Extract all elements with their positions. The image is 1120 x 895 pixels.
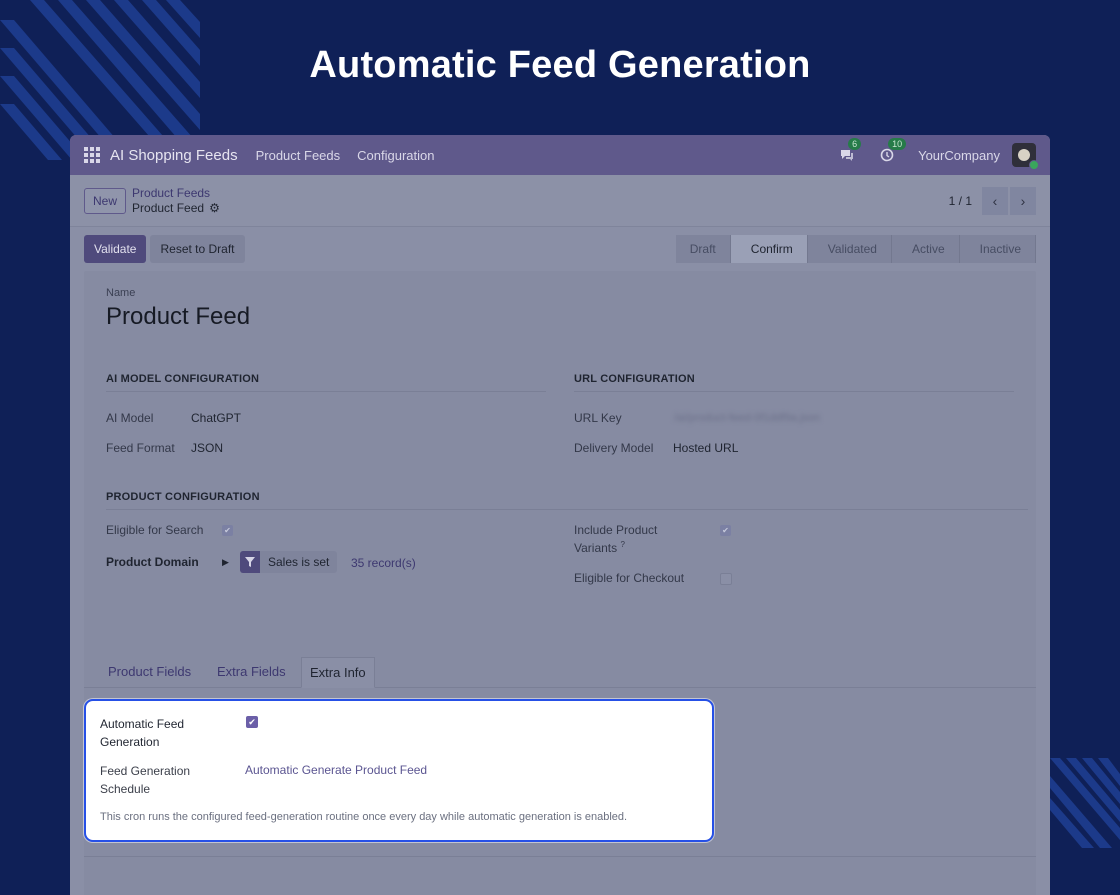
stage-validated[interactable]: Validated — [807, 235, 892, 263]
sheet-divider — [84, 856, 1036, 857]
stage-draft[interactable]: Draft — [675, 235, 731, 263]
product-section-title: PRODUCT CONFIGURATION — [106, 491, 1028, 510]
activities-badge: 10 — [888, 138, 907, 150]
tab-extra-fields[interactable]: Extra Fields — [209, 657, 294, 687]
user-avatar[interactable] — [1012, 143, 1039, 170]
url-key-field[interactable]: /ai/product-feed-0f1ddf9a.json — [674, 412, 820, 424]
eligible-checkout-label: Eligible for Checkout — [574, 571, 685, 585]
pager: 1 / 1 ‹ › — [949, 186, 1036, 215]
help-tooltip-icon[interactable]: ? — [620, 540, 624, 549]
schedule-label: Feed Generation Schedule — [100, 762, 220, 798]
url-key-label: URL Key — [574, 411, 622, 425]
status-bar: Validate Reset to Draft Draft Confirm Va… — [70, 227, 1050, 271]
extra-info-highlight-card: Automatic Feed Generation ✔ Feed Generat… — [84, 699, 714, 842]
breadcrumb: Product Feeds Product Feed ⚙ — [132, 186, 220, 216]
automatic-generation-label-line2: Generation — [100, 735, 160, 749]
validate-button[interactable]: Validate — [84, 235, 147, 263]
breadcrumb-current: Product Feed — [132, 200, 205, 215]
ai-model-section-title: AI MODEL CONFIGURATION — [106, 373, 546, 392]
breadcrumb-parent[interactable]: Product Feeds — [132, 186, 220, 201]
eligible-search-label: Eligible for Search — [106, 523, 204, 537]
include-variants-label-line2: Variants ? — [574, 540, 657, 555]
new-button[interactable]: New — [84, 187, 127, 214]
stage-inactive[interactable]: Inactive — [959, 235, 1036, 263]
nav-product-feeds[interactable]: Product Feeds — [256, 148, 341, 163]
app-name[interactable]: AI Shopping Feeds — [110, 147, 238, 164]
stage-confirm[interactable]: Confirm — [730, 235, 808, 263]
activities-clock-icon[interactable]: 10 — [878, 138, 907, 164]
schedule-label-line1: Feed Generation — [100, 764, 191, 778]
pager-next-icon[interactable]: › — [1010, 186, 1036, 215]
notebook-tabs: Product Fields Extra Fields Extra Info — [84, 657, 1036, 688]
product-domain-label: Product Domain — [106, 555, 199, 569]
breadcrumb-current-row: Product Feed ⚙ — [132, 201, 220, 216]
filter-icon — [240, 551, 260, 573]
feed-format-field[interactable]: JSON — [191, 441, 223, 455]
automatic-generation-checkbox[interactable]: ✔ — [246, 716, 258, 728]
messages-icon[interactable]: 6 — [838, 138, 862, 164]
avatar-face-icon — [1018, 149, 1030, 161]
eligible-checkout-checkbox[interactable] — [720, 573, 732, 585]
eligible-search-checkbox[interactable]: ✔ — [222, 525, 233, 536]
url-section-title: URL CONFIGURATION — [574, 373, 1014, 392]
messages-badge: 6 — [848, 138, 862, 150]
tab-extra-info[interactable]: Extra Info — [301, 657, 375, 688]
delivery-model-field[interactable]: Hosted URL — [673, 441, 738, 455]
stage-active[interactable]: Active — [891, 235, 960, 263]
name-label: Name — [106, 287, 136, 299]
tab-product-fields[interactable]: Product Fields — [100, 657, 199, 687]
company-switcher[interactable]: YourCompany — [918, 148, 1000, 163]
schedule-label-line2: Schedule — [100, 782, 151, 796]
pager-prev-icon[interactable]: ‹ — [982, 186, 1008, 215]
delivery-model-label: Delivery Model — [574, 441, 654, 455]
app-menu-icon[interactable] — [84, 147, 100, 163]
reset-to-draft-button[interactable]: Reset to Draft — [150, 235, 245, 263]
name-field[interactable]: Product Feed — [106, 303, 250, 331]
schedule-help-text: This cron runs the configured feed-gener… — [100, 811, 628, 823]
online-status-icon — [1029, 160, 1039, 170]
include-variants-label: Include Product Variants ? — [574, 523, 657, 555]
top-navbar: AI Shopping Feeds Product Feeds Configur… — [70, 135, 1050, 175]
include-variants-checkbox[interactable]: ✔ — [720, 525, 731, 536]
ai-model-field[interactable]: ChatGPT — [191, 411, 241, 425]
include-variants-label-text: Variants — [574, 541, 618, 555]
schedule-link[interactable]: Automatic Generate Product Feed — [245, 763, 427, 777]
pager-value[interactable]: 1 / 1 — [949, 194, 972, 208]
domain-chip-text: Sales is set — [268, 555, 330, 569]
status-stages: Draft Confirm Validated Active Inactive — [675, 235, 1036, 263]
domain-expand-icon[interactable]: ▶ — [222, 557, 229, 568]
records-count-link[interactable]: 35 record(s) — [351, 556, 416, 570]
control-panel: New Product Feeds Product Feed ⚙ 1 / 1 ‹… — [70, 175, 1050, 227]
nav-configuration[interactable]: Configuration — [357, 148, 434, 163]
include-variants-label-line1: Include Product — [574, 523, 658, 537]
ai-model-label: AI Model — [106, 411, 154, 425]
gear-icon[interactable]: ⚙ — [209, 201, 220, 216]
decorative-stripes-bottom-right — [1050, 758, 1120, 848]
automatic-generation-label: Automatic Feed Generation — [100, 715, 220, 751]
automatic-generation-label-line1: Automatic Feed — [100, 717, 185, 731]
domain-filter-chip[interactable]: Sales is set — [240, 551, 338, 573]
feed-format-label: Feed Format — [106, 441, 175, 455]
hero-title: Automatic Feed Generation — [309, 44, 811, 86]
